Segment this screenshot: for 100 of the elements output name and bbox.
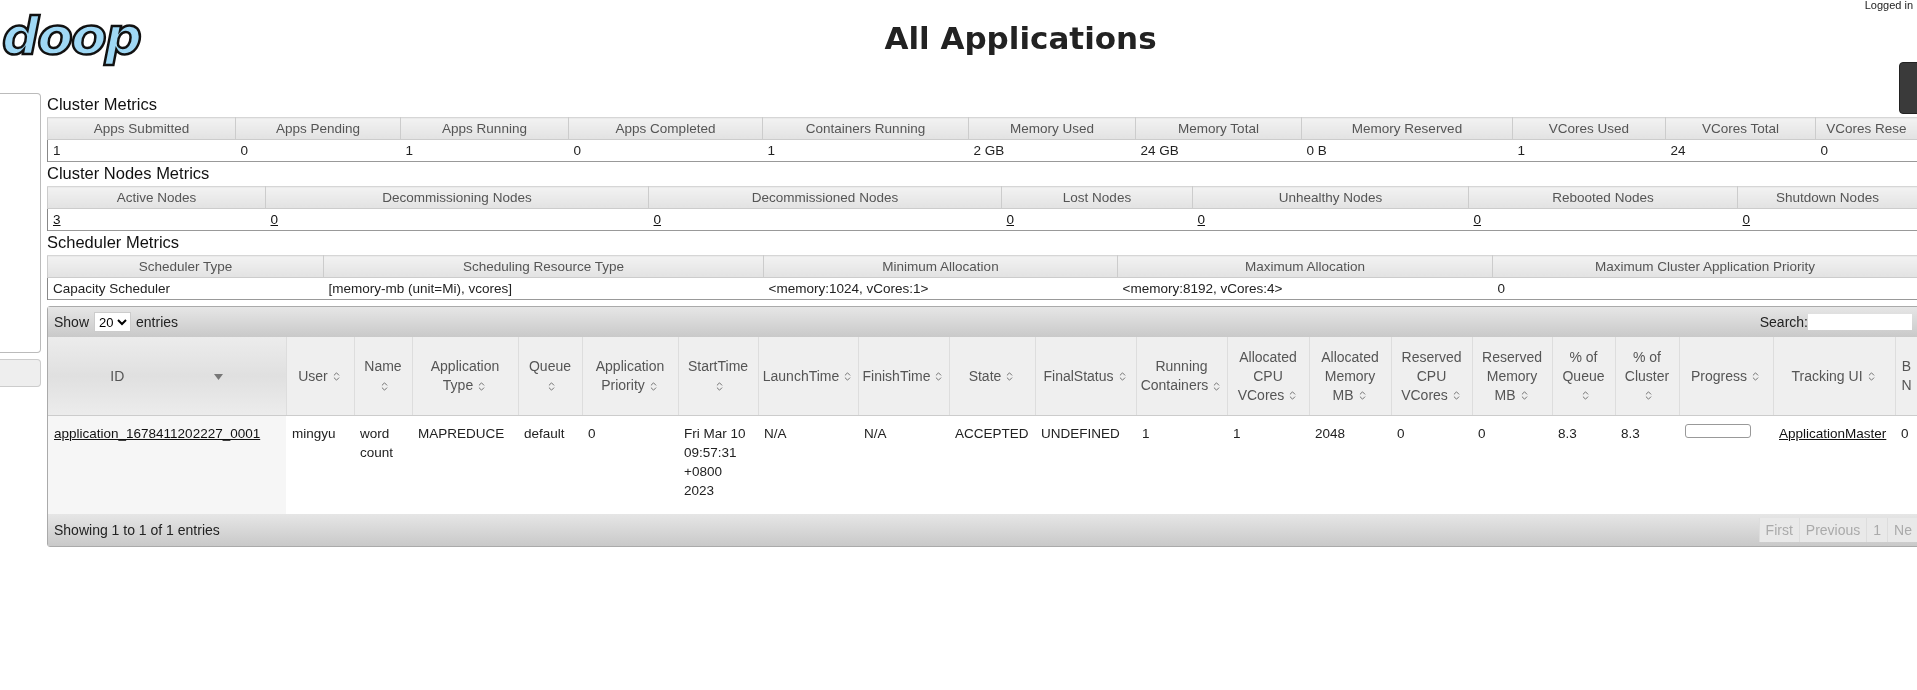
table-cell: MAPREDUCE	[418, 426, 505, 441]
column-header: Scheduling Resource Type	[323, 255, 764, 278]
table-cell: 8.3	[1621, 426, 1640, 441]
entries-info: Showing 1 to 1 of 1 entries	[54, 522, 220, 538]
table-cell: default	[524, 426, 565, 441]
metric-link[interactable]: 0	[1742, 212, 1750, 227]
column-header[interactable]: Name	[354, 337, 412, 416]
column-header[interactable]: B N	[1895, 337, 1917, 416]
table-cell: N/A	[864, 426, 887, 441]
column-header: Maximum Cluster Application Priority	[1492, 255, 1917, 278]
entries-select[interactable]: 20	[94, 312, 132, 332]
metric-link[interactable]: 0	[1473, 212, 1481, 227]
column-header: Decommissioned Nodes	[648, 186, 1002, 209]
table-cell: 1	[1142, 426, 1150, 441]
column-header[interactable]: ID	[48, 337, 286, 416]
table-link[interactable]: ApplicationMaster	[1779, 426, 1887, 441]
metric-value: Capacity Scheduler	[53, 281, 171, 296]
table-link[interactable]: application_1678411202227_0001	[54, 426, 261, 441]
column-header[interactable]: StartTime	[678, 337, 758, 416]
metric-value: 0 B	[1306, 143, 1327, 158]
column-header: Active Nodes	[47, 186, 266, 209]
section-heading: Scheduler Metrics	[47, 233, 181, 252]
column-header[interactable]: State	[949, 337, 1035, 416]
metric-value: 1	[1517, 143, 1525, 158]
column-header[interactable]: FinalStatus	[1035, 337, 1136, 416]
metric-link[interactable]: 0	[653, 212, 661, 227]
column-header[interactable]: % of Queue	[1552, 337, 1615, 416]
metric-link[interactable]: 0	[1006, 212, 1014, 227]
table-cell: 0	[1397, 426, 1405, 441]
metric-value: 0	[240, 143, 248, 158]
sort-descending-icon[interactable]	[214, 373, 224, 380]
table-cell: 0	[588, 426, 596, 441]
login-status: Logged in	[1863, 0, 1914, 11]
column-header[interactable]: Running Containers	[1136, 337, 1227, 416]
column-header: Apps Running	[400, 117, 569, 140]
table-cell: UNDEFINED	[1041, 426, 1120, 441]
column-header[interactable]: % of Cluster	[1615, 337, 1679, 416]
column-header: Unhealthy Nodes	[1192, 186, 1469, 209]
table-cell: Fri Mar 10 09:57:31 +0800 2023	[684, 426, 746, 498]
column-header: Minimum Allocation	[763, 255, 1118, 278]
column-header: Containers Running	[762, 117, 969, 140]
metric-value: 24	[1670, 143, 1686, 158]
column-header[interactable]: Reserved Memory MB	[1472, 337, 1552, 416]
metric-value: 1	[405, 143, 413, 158]
table-cell: 8.3	[1558, 426, 1577, 441]
column-header: Scheduler Type	[47, 255, 324, 278]
metric-value: 0	[1820, 143, 1828, 158]
column-header: Apps Pending	[235, 117, 401, 140]
metric-value: [memory-mb (unit=Mi), vcores]	[328, 281, 512, 296]
search-label: Search:	[1759, 314, 1808, 330]
column-header: Memory Used	[968, 117, 1136, 140]
metric-link[interactable]: 3	[53, 212, 61, 227]
metric-value: <memory:1024, vCores:1>	[768, 281, 929, 296]
column-header[interactable]: Reserved CPU VCores	[1391, 337, 1472, 416]
entries-label: entries	[136, 314, 179, 330]
column-header: Lost Nodes	[1001, 186, 1193, 209]
column-header[interactable]: Tracking UI	[1773, 337, 1895, 416]
table-cell: 0	[1478, 426, 1486, 441]
metric-link[interactable]: 0	[1197, 212, 1205, 227]
column-header: Apps Submitted	[47, 117, 236, 140]
table-cell: mingyu	[292, 426, 336, 441]
metric-value: <memory:8192, vCores:4>	[1122, 281, 1283, 296]
column-header[interactable]: Queue	[518, 337, 582, 416]
table-cell: N/A	[764, 426, 787, 441]
sort-icon[interactable]	[1750, 371, 1761, 383]
side-widget[interactable]	[1899, 62, 1917, 114]
column-header[interactable]: Progress	[1679, 337, 1773, 416]
column-header: VCores Rese	[1815, 117, 1917, 140]
metric-value: 2 GB	[973, 143, 1005, 158]
show-label: Show	[54, 314, 90, 330]
column-header[interactable]: LaunchTime	[758, 337, 858, 416]
sort-icon[interactable]	[714, 380, 725, 392]
column-header[interactable]: FinishTime	[858, 337, 949, 416]
column-header: Maximum Allocation	[1117, 255, 1493, 278]
column-header: Rebooted Nodes	[1468, 186, 1738, 209]
column-header[interactable]: Application Type	[412, 337, 518, 416]
section-heading: Cluster Nodes Metrics	[47, 164, 211, 183]
table-cell: ACCEPTED	[955, 426, 1029, 441]
search-field[interactable]	[1808, 314, 1912, 330]
sort-icon[interactable]	[546, 380, 557, 392]
table-cell: 0	[1901, 426, 1909, 441]
column-header: Apps Completed	[568, 117, 763, 140]
column-header: Shutdown Nodes	[1737, 186, 1917, 209]
logo: doop	[2, 6, 141, 66]
column-header: Memory Total	[1135, 117, 1302, 140]
column-header[interactable]: Allocated CPU VCores	[1227, 337, 1309, 416]
column-header: VCores Total	[1665, 117, 1816, 140]
column-header: VCores Used	[1512, 117, 1666, 140]
table-cell: 1	[1233, 426, 1241, 441]
column-header[interactable]: Application Priority	[582, 337, 678, 416]
column-header[interactable]: User	[286, 337, 354, 416]
metric-link[interactable]: 0	[270, 212, 278, 227]
sidebar-bar[interactable]	[0, 359, 41, 387]
sort-icon[interactable]	[379, 380, 390, 392]
metric-value: 0	[1497, 281, 1505, 296]
sort-icon[interactable]	[1643, 390, 1654, 402]
metric-value: 1	[767, 143, 775, 158]
column-header[interactable]: Allocated Memory MB	[1309, 337, 1391, 416]
section-heading: Cluster Metrics	[47, 95, 158, 114]
metric-value: 1	[53, 143, 61, 158]
